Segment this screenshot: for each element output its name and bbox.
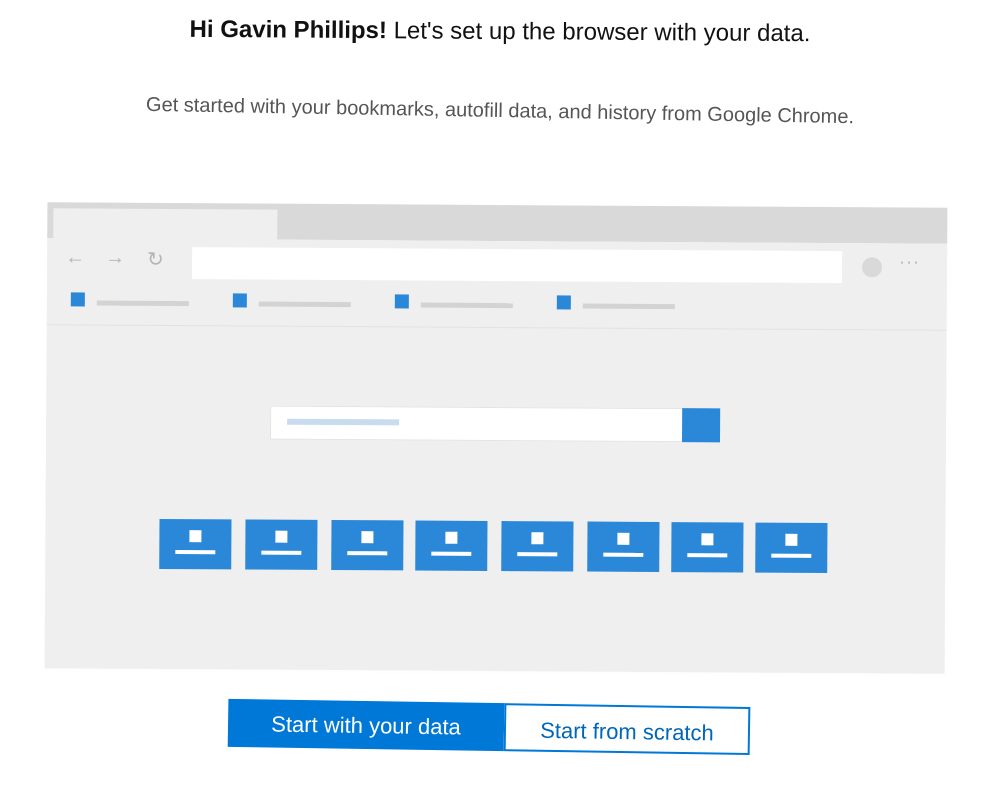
- favorite-label-placeholder: [582, 303, 675, 310]
- tile-label-placeholder: [687, 553, 728, 558]
- top-site-tile: [501, 521, 574, 572]
- top-site-tile: [755, 522, 828, 574]
- person-icon: [701, 533, 714, 546]
- search-placeholder-line: [287, 418, 400, 426]
- favorite-label-placeholder: [258, 301, 351, 308]
- start-with-your-data-button[interactable]: Start with your data: [227, 698, 505, 752]
- top-site-tile: [415, 520, 488, 571]
- favorite-placeholder: [556, 295, 717, 318]
- favorite-placeholder: [394, 294, 555, 317]
- person-icon: [445, 531, 458, 544]
- greeting-name: Hi Gavin Phillips!: [189, 15, 388, 45]
- person-icon: [361, 531, 374, 544]
- more-options-icon: ···: [899, 251, 921, 272]
- illustration-top-sites: [159, 518, 839, 583]
- favorite-placeholder: [70, 292, 231, 315]
- person-icon: [189, 530, 202, 543]
- tile-label-placeholder: [603, 552, 644, 557]
- greeting-heading: Hi Gavin Phillips! Let's set up the brow…: [0, 15, 1000, 50]
- person-icon: [531, 532, 544, 545]
- favorite-icon: [232, 293, 247, 308]
- illustration-active-tab: [53, 208, 278, 242]
- action-buttons: Start with your data Start from scratch: [227, 698, 759, 759]
- person-icon: [785, 533, 798, 546]
- illustration-search-button: [681, 408, 721, 443]
- import-description: Get started with your bookmarks, autofil…: [145, 93, 855, 129]
- refresh-icon: ↻: [147, 248, 164, 271]
- illustration-tab-strip: [47, 202, 948, 244]
- greeting-message: Let's set up the browser with your data.: [386, 17, 811, 48]
- tile-label-placeholder: [517, 552, 558, 557]
- profile-avatar-icon: [862, 257, 883, 278]
- top-site-tile: [671, 522, 744, 573]
- top-site-tile: [587, 521, 660, 572]
- tile-label-placeholder: [771, 553, 812, 558]
- favorite-icon: [70, 292, 85, 307]
- person-icon: [275, 530, 288, 543]
- top-site-tile: [159, 518, 232, 570]
- tile-label-placeholder: [431, 551, 472, 556]
- favorite-placeholder: [232, 293, 393, 316]
- top-site-tile: [331, 519, 404, 571]
- favorite-icon: [394, 294, 409, 309]
- top-site-tile: [245, 519, 318, 570]
- illustration-search-box: [269, 405, 685, 443]
- illustration-bottom-fade: [44, 642, 945, 678]
- illustration-toolbar: ← → ↻ ···: [47, 238, 947, 293]
- illustration-address-bar: [191, 247, 843, 284]
- tile-label-placeholder: [261, 550, 302, 555]
- back-arrow-icon: ←: [65, 246, 86, 269]
- start-from-scratch-button[interactable]: Start from scratch: [503, 703, 751, 756]
- illustration-favorites-bar: [46, 288, 947, 331]
- tile-label-placeholder: [175, 550, 216, 555]
- browser-illustration: ← → ↻ ···: [44, 202, 948, 678]
- favorite-label-placeholder: [420, 302, 513, 309]
- favorite-label-placeholder: [96, 300, 189, 307]
- welcome-page: Hi Gavin Phillips! Let's set up the brow…: [0, 0, 1000, 787]
- forward-arrow-icon: →: [105, 246, 126, 269]
- illustration-browser-body: ← → ↻ ···: [44, 238, 948, 674]
- person-icon: [617, 532, 630, 545]
- tile-label-placeholder: [347, 551, 388, 556]
- favorite-icon: [556, 295, 571, 310]
